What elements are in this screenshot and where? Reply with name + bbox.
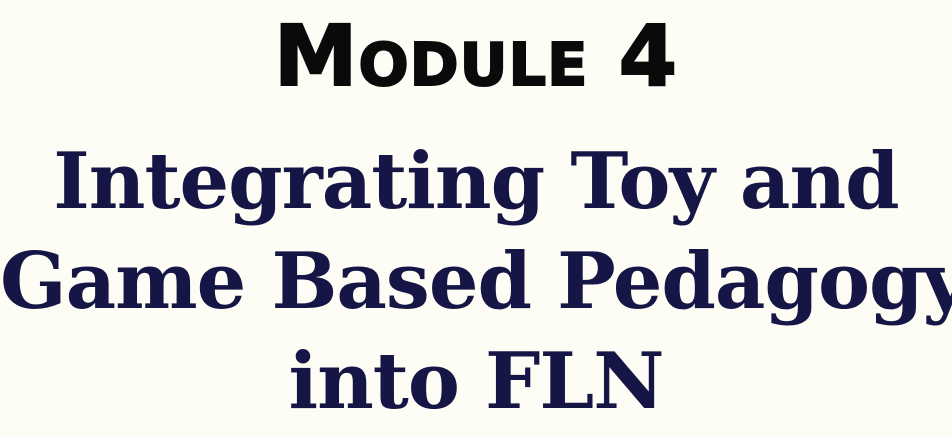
slide: Module 4 Integrating Toy and Game Based …: [0, 0, 952, 438]
module-title: Integrating Toy and Game Based Pedagogy …: [0, 132, 952, 432]
title-line-3: into FLN: [288, 336, 664, 427]
module-heading: Module 4: [273, 6, 679, 106]
title-line-1: Integrating Toy and: [53, 136, 899, 227]
title-line-2: Game Based Pedagogy: [0, 236, 952, 327]
